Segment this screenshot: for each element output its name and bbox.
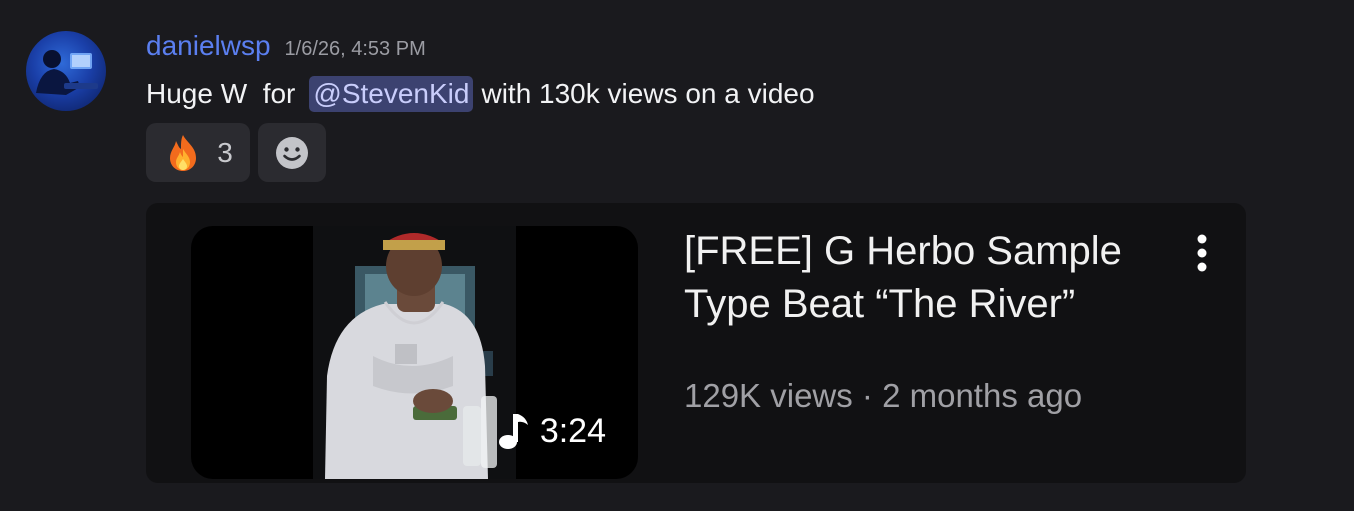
smile-icon [276,136,308,169]
message-text-start: Huge W for [146,78,296,109]
username[interactable]: danielwsp [146,30,271,62]
fire-reaction-button[interactable]: 3 [146,123,250,182]
discord-chat-view: danielwsp 1/6/26, 4:53 PM Huge W for @Ste… [0,0,1354,511]
more-vertical-icon [1197,234,1207,272]
thumbnail-photo [313,226,516,479]
message-text-end: with 130k views on a video [481,78,815,109]
music-note-icon [498,414,528,449]
video-thumbnail[interactable]: 3:24 [191,226,638,479]
message-header: danielwsp 1/6/26, 4:53 PM [146,30,426,70]
video-duration: 3:24 [539,411,606,450]
more-options-button[interactable] [1186,231,1218,275]
video-title[interactable]: [FREE] G Herbo Sample Type Beat “The Riv… [684,225,1184,331]
user-mention[interactable]: @StevenKid [309,76,474,112]
user-avatar[interactable] [26,31,106,111]
reaction-count: 3 [217,136,233,168]
message-content: Huge W for @StevenKid with 130k views on a… [146,72,815,116]
message-timestamp: 1/6/26, 4:53 PM [284,38,426,60]
add-reaction-button[interactable] [258,123,326,182]
avatar-image [36,50,98,95]
video-embed[interactable]: 3:24 [FREE] G Herbo Sample Type Beat “Th… [146,203,1246,483]
video-meta: 129K views · 2 months ago [684,377,1083,414]
video-duration-badge: 3:24 [496,411,606,451]
fire-icon [170,134,197,171]
reaction-bar: 3 [146,123,326,182]
